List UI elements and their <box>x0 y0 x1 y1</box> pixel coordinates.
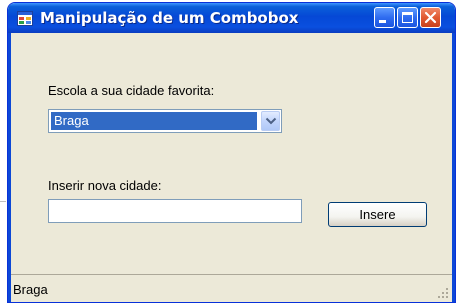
city-label: Escola a sua cidade favorita: <box>48 83 215 98</box>
window-title: Manipulação de um Combobox <box>40 9 299 27</box>
city-combobox-value[interactable]: Braga <box>51 112 257 130</box>
maximize-icon <box>402 12 413 23</box>
city-combobox[interactable]: Braga <box>48 109 282 133</box>
minimize-button[interactable] <box>374 7 395 28</box>
resize-grip-icon[interactable] <box>437 287 449 299</box>
background-line <box>0 201 6 202</box>
window-frame-left <box>8 33 11 302</box>
new-city-input[interactable] <box>48 199 302 223</box>
insert-button[interactable]: Insere <box>328 202 427 227</box>
maximize-button[interactable] <box>397 7 418 28</box>
status-bar: Braga <box>11 274 452 302</box>
title-bar[interactable]: Manipulação de um Combobox <box>8 3 455 33</box>
chevron-down-icon <box>265 117 277 125</box>
minimize-icon <box>379 20 386 23</box>
new-city-label: Inserir nova cidade: <box>48 178 162 193</box>
close-icon <box>424 11 437 24</box>
app-window: Manipulação de um Combobox Escola a sua … <box>7 2 456 303</box>
status-text: Braga <box>13 282 48 297</box>
window-frame-right <box>452 33 455 302</box>
close-button[interactable] <box>420 7 441 28</box>
form-icon <box>17 11 33 26</box>
combobox-dropdown-button[interactable] <box>261 111 280 131</box>
